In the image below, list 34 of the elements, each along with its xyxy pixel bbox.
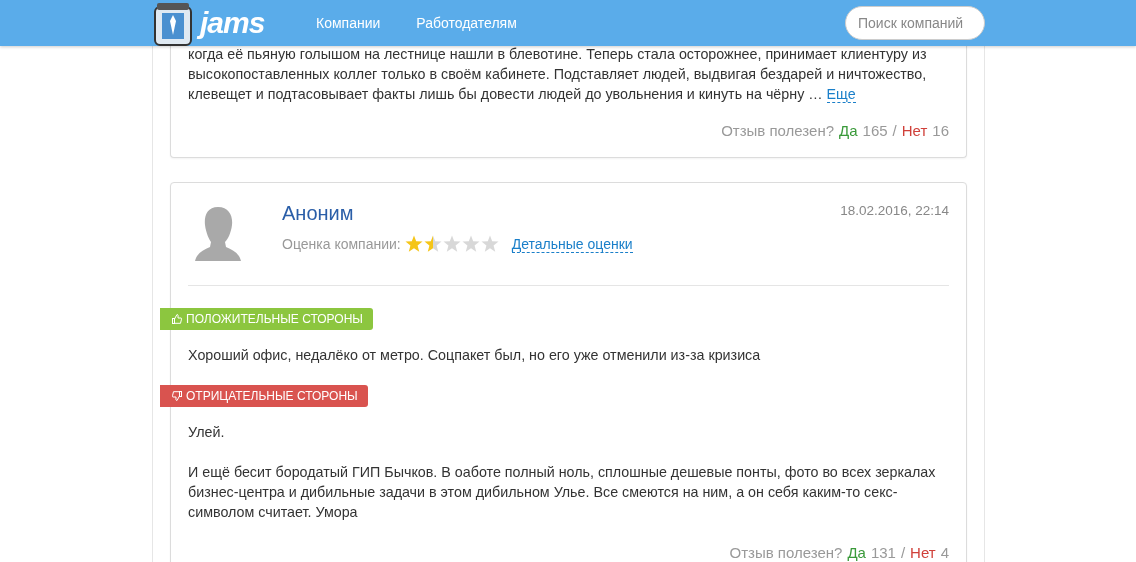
nav-link[interactable]: Работодателям <box>416 15 517 31</box>
search-field[interactable]: Поиск компаний <box>845 6 985 40</box>
star-icon <box>480 235 499 253</box>
star-icon <box>404 235 423 253</box>
nav-link[interactable]: Компании <box>316 15 381 31</box>
yes-count: 165 <box>862 122 888 139</box>
separator: / <box>900 544 906 561</box>
yes-link[interactable]: Да <box>847 544 866 561</box>
review-text: Улей. <box>188 423 226 442</box>
no-link[interactable]: Нет <box>910 544 936 561</box>
author-name[interactable]: Аноним <box>282 202 841 225</box>
separator: / <box>892 122 897 139</box>
rating-label: Оценка компании: <box>282 236 401 252</box>
more-link[interactable]: Еще <box>826 86 856 103</box>
review-text: когда её пьяную голышом на лестнице нашли в блевотине. Теперь стала осторожнее, принимает клиентуру из высокопоставленных коллег только в своём кабинете. Подставляет людей, выдвигая бездарей и ничтожество, клевещет и подтасовывает факты лишь бы довести людей до увольнения и кинуть на чёрну … Еще <box>188 45 928 104</box>
avatar-icon <box>195 205 241 261</box>
yes-count: 131 <box>870 544 896 561</box>
review-text: Хороший офис, недалёко от метро. Соцпакет был, но его уже отменили из-за кризиса <box>188 346 762 365</box>
positive-tag: ПОЛОЖИТЕЛЬНЫЕ СТОРОНЫ <box>160 308 373 330</box>
no-count: 16 <box>932 122 949 139</box>
no-link[interactable]: Нет <box>901 122 928 139</box>
thumb-up-icon <box>172 314 182 324</box>
review-text: И ещё бесит бородатый ГИП Бычков. В оаботе полный ноль, сплошные дешевые понты, фото во всех зеркалах бизнес-центра и дибильные задачи в этом дибильном Улье. Все смеются на ним, а он себя каким-то секс-символом считает. Умора <box>188 463 937 522</box>
negative-tag: ОТРИЦАТЕЛЬНЫЕ СТОРОНЫ <box>160 385 368 407</box>
helpful-question: Отзыв полезен? <box>721 122 835 139</box>
helpful-question: Отзыв полезен? <box>729 544 843 561</box>
details-link[interactable]: Детальные оценки <box>511 235 633 253</box>
star-icon <box>423 235 442 253</box>
no-count: 4 <box>940 544 949 561</box>
star-icon <box>461 235 480 253</box>
star-icon <box>442 235 461 253</box>
review-date: 18.02.2016, 22:14 <box>840 203 949 218</box>
thumb-down-icon <box>172 391 182 401</box>
yes-link[interactable]: Да <box>839 122 858 139</box>
